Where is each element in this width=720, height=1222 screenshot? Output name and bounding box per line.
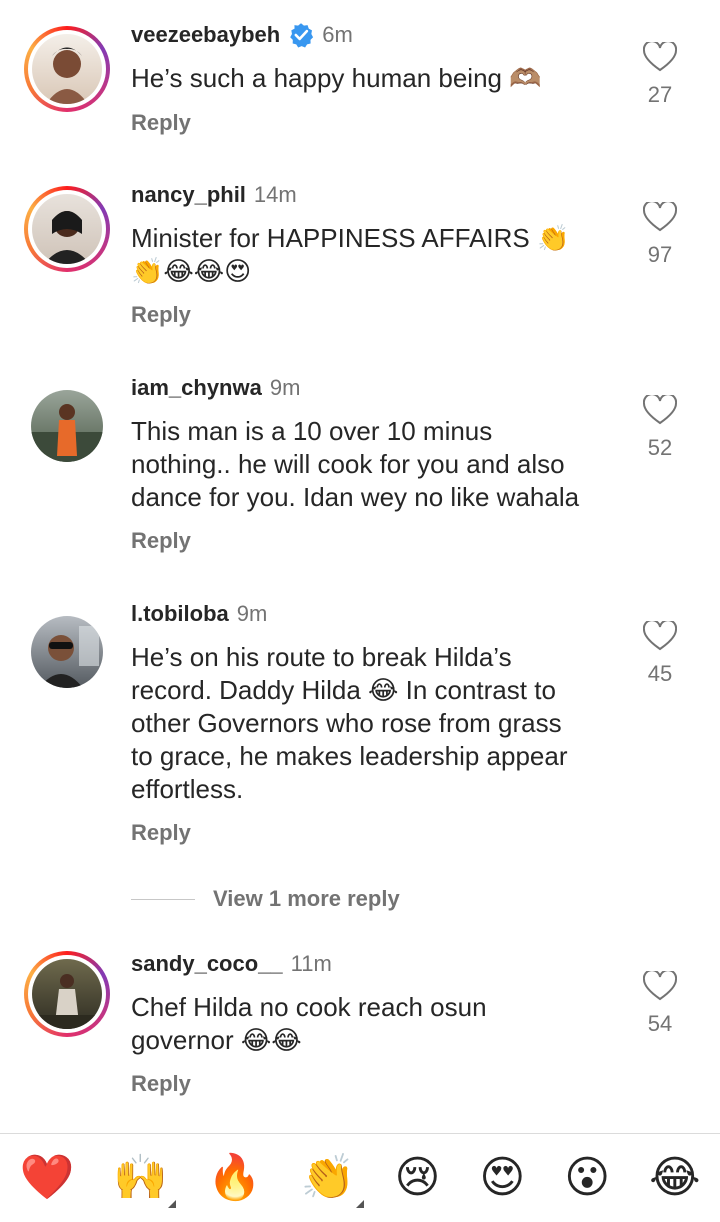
tears-of-joy-emoji-icon[interactable]: 😂 — [649, 1154, 700, 1202]
comment-time: 9m — [269, 375, 301, 400]
like-button[interactable]: 27 — [640, 42, 680, 108]
verified-badge-icon — [290, 23, 314, 48]
comment-time: 6m — [322, 22, 353, 47]
quick-reactions-bar: ❤️ 🙌 🔥 👏 😢 😍 😮 😂 — [0, 1133, 720, 1222]
like-count: 97 — [647, 242, 673, 267]
like-count: 54 — [647, 1011, 673, 1036]
avatar[interactable] — [24, 951, 110, 1037]
like-button[interactable]: 54 — [640, 971, 680, 1037]
heart-outline-icon — [643, 42, 677, 72]
comment-username[interactable]: l.tobiloba — [131, 601, 229, 627]
comment-time: 14m — [253, 182, 297, 207]
raising-hands-emoji-icon[interactable]: 🙌 — [113, 1154, 177, 1208]
clapping-hands-emoji-icon[interactable]: 👏 — [301, 1154, 364, 1208]
fire-emoji-icon[interactable]: 🔥 — [207, 1154, 262, 1202]
comment-time: 11m — [290, 951, 332, 976]
crying-face-emoji-icon[interactable]: 😢 — [395, 1154, 441, 1202]
red-heart-emoji-icon[interactable]: ❤️ — [19, 1154, 74, 1202]
avatar[interactable] — [24, 383, 110, 469]
avatar[interactable] — [24, 26, 110, 112]
reply-button[interactable]: Reply — [131, 110, 191, 136]
comment-username[interactable]: iam_chynwa — [131, 375, 262, 401]
comment-username[interactable]: veezeebaybeh — [131, 22, 280, 48]
comment-text: This man is a 10 over 10 minus nothing..… — [131, 416, 580, 512]
reply-button[interactable]: Reply — [131, 1071, 191, 1097]
like-button[interactable]: 97 — [640, 202, 680, 268]
comment-username[interactable]: sandy_coco__ — [131, 951, 283, 977]
heart-outline-icon — [643, 971, 677, 1001]
reply-button[interactable]: Reply — [131, 528, 191, 554]
comment-username[interactable]: nancy_phil — [131, 182, 246, 208]
comment-text: He’s such a happy human being 🫶🏽 — [131, 63, 542, 93]
reply-button[interactable]: Reply — [131, 820, 191, 846]
view-more-label[interactable]: View 1 more reply — [213, 886, 400, 912]
surprised-face-emoji-icon[interactable]: 😮 — [564, 1154, 610, 1202]
avatar[interactable] — [24, 609, 110, 695]
heart-outline-icon — [643, 621, 677, 651]
comment-text: He’s on his route to break Hilda’s recor… — [131, 642, 568, 804]
heart-eyes-emoji-icon[interactable]: 😍 — [479, 1154, 525, 1202]
comment-text: Minister for HAPPINESS AFFAIRS 👏 👏😂😂😍 — [131, 223, 570, 286]
reply-button[interactable]: Reply — [131, 302, 191, 328]
like-count: 45 — [647, 661, 673, 686]
like-button[interactable]: 52 — [640, 395, 680, 461]
like-count: 27 — [647, 82, 673, 107]
heart-outline-icon — [643, 395, 677, 425]
comment-text: Chef Hilda no cook reach osun governor 😂… — [131, 992, 487, 1055]
avatar[interactable] — [24, 186, 110, 272]
divider-line — [131, 898, 195, 900]
comment-time: 9m — [236, 601, 268, 626]
heart-outline-icon — [643, 202, 677, 232]
like-button[interactable]: 45 — [640, 621, 680, 687]
like-count: 52 — [647, 435, 673, 460]
view-more-replies[interactable]: View 1 more reply — [131, 886, 400, 912]
